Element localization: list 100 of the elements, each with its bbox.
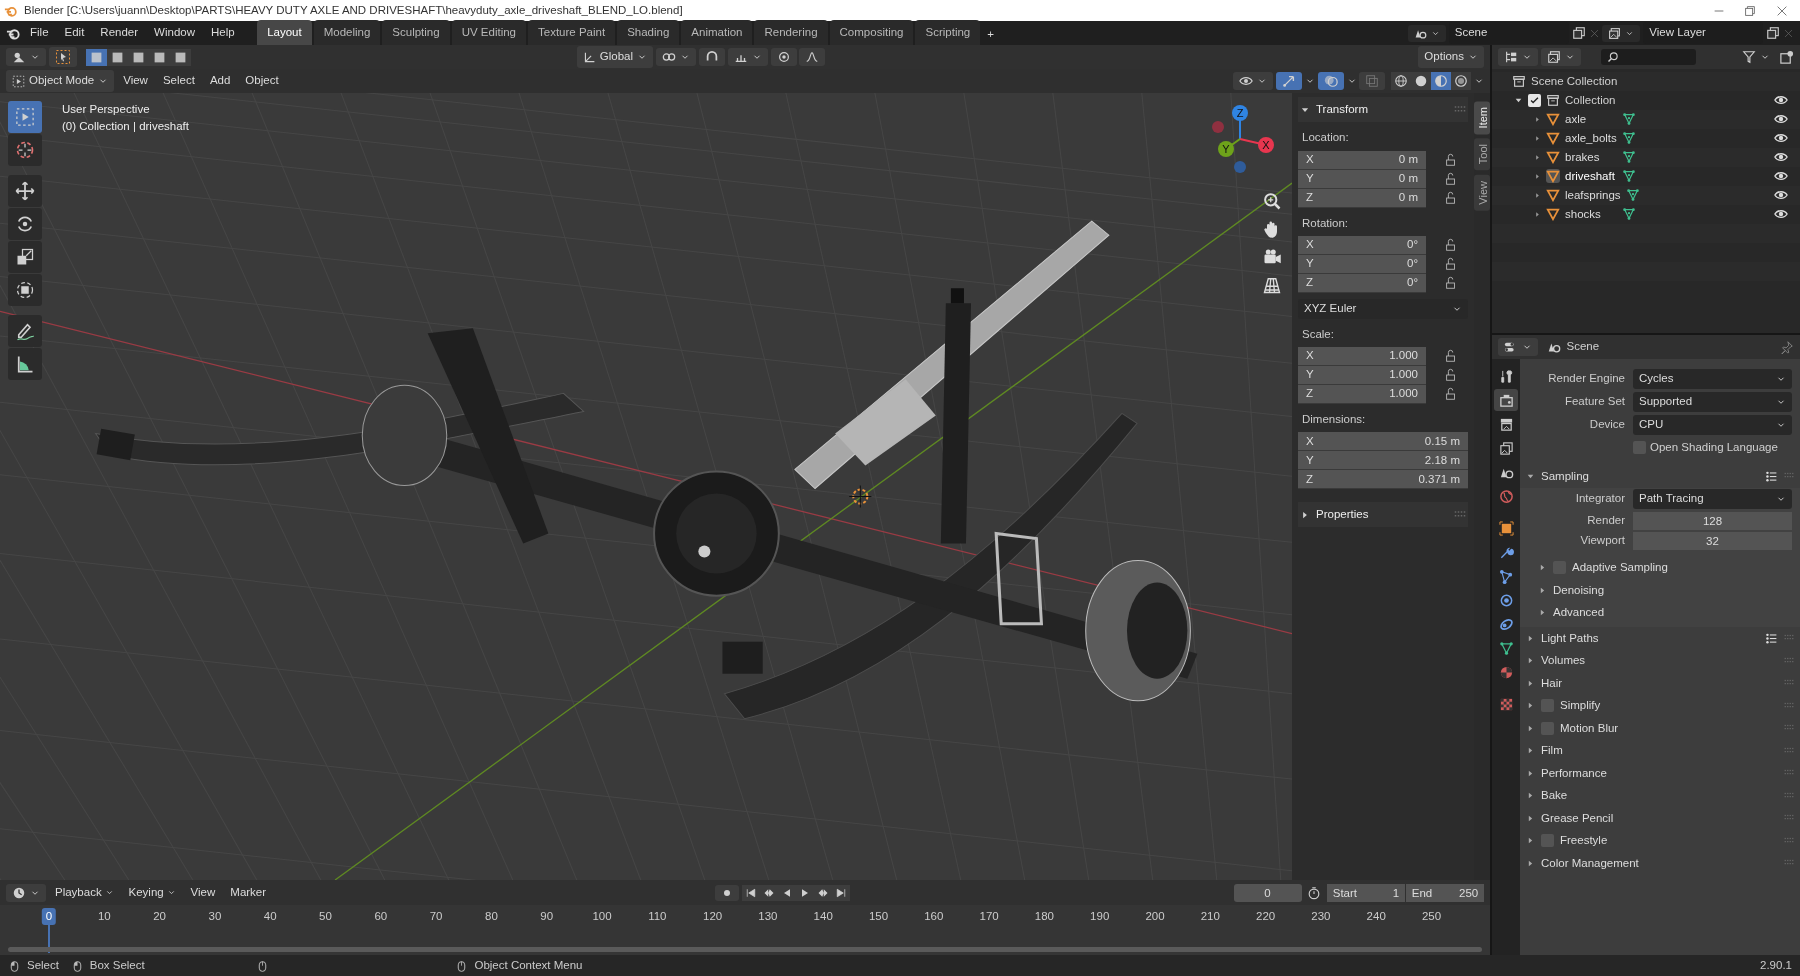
pin-icon[interactable] (1780, 340, 1794, 354)
rotation-mode-dropdown[interactable]: XYZ Euler (1298, 298, 1468, 319)
checkbox[interactable] (1528, 93, 1541, 107)
view-layer-selector[interactable] (1541, 48, 1581, 66)
workspace-tab[interactable]: Shading (617, 19, 680, 45)
menu-item[interactable]: Select (156, 70, 201, 92)
workspace-tab[interactable]: Scripting (915, 19, 981, 45)
menu-item[interactable]: File (23, 22, 56, 44)
duplicate-icon[interactable] (1766, 26, 1781, 40)
panel-title[interactable]: Volumes (1541, 652, 1586, 670)
menu-item[interactable]: Edit (57, 22, 92, 44)
panel-title[interactable]: Hair (1541, 674, 1563, 692)
padlock-icon[interactable] (1444, 368, 1458, 383)
dropdown[interactable]: CPU (1633, 414, 1792, 435)
dropdown[interactable]: Cycles (1633, 368, 1792, 389)
panel-title[interactable]: Denoising (1553, 581, 1605, 599)
tool-button[interactable] (8, 274, 42, 306)
pivot-button[interactable] (655, 48, 696, 66)
editor-type-button[interactable] (6, 883, 46, 902)
panel-title[interactable]: Film (1541, 742, 1563, 760)
snap-button[interactable] (698, 48, 725, 66)
properties-tab[interactable] (1494, 389, 1518, 411)
menu-item[interactable]: Help (204, 22, 242, 44)
axis-dot[interactable] (1258, 137, 1274, 153)
tool-button[interactable] (8, 208, 42, 240)
padlock-icon[interactable] (1444, 257, 1458, 272)
menu-item[interactable]: Object (239, 70, 285, 92)
tool-button[interactable] (8, 315, 42, 347)
sidebar-tab[interactable]: Tool (1474, 138, 1490, 171)
restore-icon[interactable] (1743, 3, 1758, 18)
view-layer-selector[interactable] (1602, 24, 1641, 42)
panel-title[interactable]: Performance (1541, 764, 1607, 782)
padlock-icon[interactable] (1444, 153, 1458, 167)
workspace-tab[interactable]: Animation (681, 19, 753, 45)
selection-mode-button[interactable] (106, 48, 128, 66)
workspace-tab[interactable]: Rendering (754, 19, 828, 45)
number-field[interactable]: Y 2.18 m (1298, 451, 1468, 471)
number-field[interactable]: X 1.000 (1298, 346, 1426, 366)
orientation-dropdown[interactable]: Global (576, 46, 653, 68)
stopwatch-icon[interactable] (1307, 885, 1322, 900)
padlock-icon[interactable] (1444, 238, 1458, 253)
axis-dot[interactable] (1218, 141, 1234, 157)
visibility-button[interactable] (1233, 72, 1273, 90)
outliner-item[interactable]: Scene Collection (1531, 72, 1618, 90)
gizmo-toggle[interactable] (1275, 72, 1302, 90)
presets-icon[interactable] (1765, 631, 1779, 645)
menu-dropdown[interactable]: Playback (49, 881, 120, 904)
current-frame-field[interactable]: 0 (1233, 883, 1302, 902)
outliner-item[interactable]: axle_bolts (1565, 129, 1617, 147)
panel-title[interactable]: Light Paths (1541, 629, 1599, 647)
snap-target-button[interactable] (727, 48, 768, 66)
menu-item[interactable]: View (117, 70, 154, 92)
panel-title[interactable]: Simplify (1560, 697, 1601, 715)
shading-mode-button[interactable] (1391, 72, 1412, 90)
scrollbar[interactable] (8, 947, 1482, 952)
playback-button[interactable] (831, 884, 850, 901)
padlock-icon[interactable] (1444, 387, 1458, 402)
tool-button[interactable] (8, 175, 42, 207)
new-collection-icon[interactable] (1779, 49, 1794, 65)
number-field[interactable]: 32 (1633, 531, 1792, 550)
padlock-icon[interactable] (1444, 172, 1458, 186)
workspace-tab[interactable]: Layout (257, 19, 312, 45)
sidebar-tab[interactable]: View (1474, 174, 1490, 211)
tool-button[interactable] (8, 348, 42, 380)
overlay-toggle[interactable] (1317, 72, 1344, 90)
outliner-item[interactable]: brakes (1565, 148, 1617, 166)
outliner-item[interactable]: driveshaft (1565, 167, 1617, 185)
mode-dropdown[interactable]: Object Mode (6, 70, 115, 92)
number-field[interactable]: X 0 m (1298, 150, 1426, 170)
shading-mode-button[interactable] (1431, 72, 1452, 90)
number-field[interactable]: X 0.15 m (1298, 432, 1468, 452)
menu-dropdown[interactable]: Keying (122, 881, 182, 904)
panel-title[interactable]: Grease Pencil (1541, 809, 1614, 827)
padlock-icon[interactable] (1444, 349, 1458, 364)
panel-title[interactable]: Freestyle (1560, 832, 1608, 850)
playback-button[interactable] (741, 884, 760, 901)
outliner-item[interactable]: leafsprings (1565, 186, 1621, 204)
editor-type-button[interactable] (6, 48, 46, 66)
search-field[interactable] (1601, 49, 1697, 65)
menu-item[interactable]: Window (147, 22, 202, 44)
proportional-edit-button[interactable] (770, 48, 797, 66)
tool-button[interactable] (8, 241, 42, 273)
outliner-item[interactable]: Collection (1565, 91, 1616, 109)
padlock-icon[interactable] (1444, 276, 1458, 291)
shading-mode-button[interactable] (1451, 72, 1472, 90)
selection-mode-button[interactable] (169, 48, 191, 66)
axis-dot[interactable] (1232, 105, 1248, 121)
selection-mode-button[interactable] (85, 48, 107, 66)
options-dropdown[interactable]: Options (1418, 46, 1484, 68)
panel-title[interactable]: Bake (1541, 787, 1568, 805)
display-mode-button[interactable] (1498, 48, 1538, 66)
workspace-tab[interactable]: Sculpting (382, 19, 450, 45)
active-tool-button[interactable] (49, 47, 77, 67)
panel-title[interactable]: Advanced (1553, 604, 1605, 622)
number-field[interactable]: 128 (1633, 511, 1792, 530)
falloff-button[interactable] (799, 48, 826, 66)
sidebar-tab[interactable]: Item (1474, 101, 1490, 135)
panel-title[interactable]: Color Management (1541, 854, 1639, 872)
menu-item[interactable]: Marker (224, 881, 273, 904)
number-field[interactable]: X 0° (1298, 235, 1426, 255)
